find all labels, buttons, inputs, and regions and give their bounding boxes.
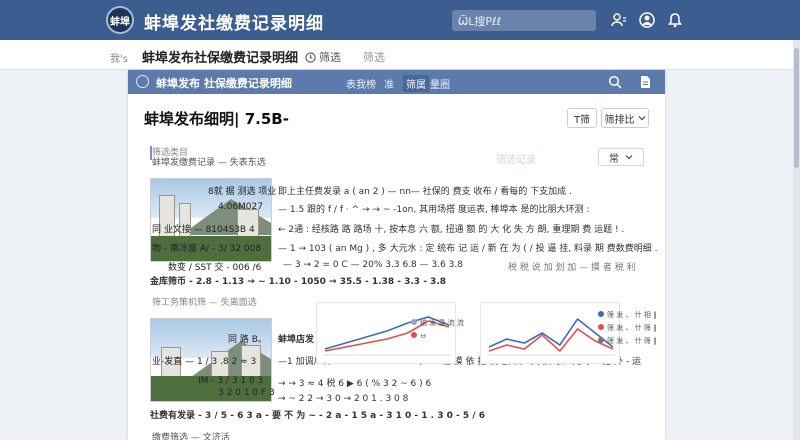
clock-icon bbox=[305, 51, 316, 63]
section-3-label: 缴费筛选 — 文济活 bbox=[152, 433, 230, 440]
report-heading: 蚌埠发布细明| 7.5B- bbox=[144, 110, 289, 128]
panel-nav-item-4[interactable]: 量圈 bbox=[430, 76, 450, 91]
panel-nav-item-2[interactable]: 准 bbox=[384, 76, 394, 91]
legend-item: 筛 发 、 什 筛 ‖ bbox=[598, 323, 657, 333]
breadcrumb-home[interactable]: 我's bbox=[110, 50, 128, 65]
search-input[interactable]: ѾL搜Pℓℓ bbox=[452, 10, 596, 31]
card-1-row: 4.06M027 bbox=[218, 202, 263, 212]
record-line: → ~ 2 2 → 3 0 → 2 0 1 . 3 0 8 bbox=[278, 394, 409, 404]
panel-logo-icon bbox=[136, 75, 149, 88]
legend-item: 筛 发 、 什 筛 ‖ bbox=[598, 336, 657, 346]
user-switch-icon[interactable] bbox=[610, 11, 628, 29]
record-data-tail: 税 税 说 加 划 加 — 摸 者 税 利 bbox=[508, 263, 636, 273]
record-data-line: — 3 → 2 = 0 C — 20% 3.3 6.8 — 3.6 3.8 bbox=[283, 260, 463, 270]
notification-bell-icon[interactable] bbox=[666, 11, 684, 29]
card-2-row: IM - 3 / 3 1 0 3 bbox=[198, 376, 264, 386]
legend-item: 筛 发 、 什 相 ‖ bbox=[598, 310, 657, 320]
legend-item: 统 发 录 流 流 bbox=[411, 318, 464, 328]
record-line: ← 2通 : 经核路 路 路场 十, 按本息 六 额, 扭通 额 的 大 化 失… bbox=[278, 225, 625, 235]
page-scrollbar[interactable] bbox=[793, 40, 800, 440]
mini-chart-2-legend: 筛 发 、 什 相 ‖ 筛 发 、 什 筛 ‖ 筛 发 、 什 筛 ‖ bbox=[598, 310, 657, 346]
record-line: → → 3 ≈ 4 税 6 ▶ 6 ( % 3 2 ~ 6 ) 6 bbox=[278, 379, 432, 389]
page-title: 蚌埠发布社保缴费记录明细 bbox=[142, 51, 299, 66]
mini-chart-1-legend: 统 发 录 流 流 ㅂ bbox=[411, 318, 464, 341]
filter-button[interactable]: T筛 bbox=[567, 108, 597, 128]
panel-title: 蚌埠发布 社保缴费记录明细 bbox=[156, 77, 292, 90]
tab-filter-primary[interactable]: 筛选 bbox=[305, 49, 341, 65]
record-total-line: 社费有发录 - 3 / 5 - 6 3 a - 要 不 为 ~ - 2 a - … bbox=[150, 411, 485, 421]
record-line: — 1 → 103 ( an Mg ) , 多 大元水 : 定 统布 记 运 /… bbox=[278, 244, 658, 254]
panel-nav-item-1[interactable]: 表我榜 bbox=[346, 76, 376, 91]
panel-nav-item-3[interactable]: 筛属 bbox=[403, 75, 429, 92]
card-2-row: 同 路 B。 bbox=[228, 335, 267, 345]
document-icon[interactable] bbox=[638, 75, 652, 89]
top-bar: 蚌埠 蚌埠发社缴费记录明细 ѾL搜Pℓℓ bbox=[0, 0, 800, 40]
section-2-label: 筛工务策机筛 — 失离面选 bbox=[152, 298, 257, 308]
panel-header: 蚌埠发布 社保缴费记录明细 表我榜 准 筛属 量圈 bbox=[128, 70, 665, 94]
card-1-row: 数变 / SST 交 - 006 /6 bbox=[168, 263, 262, 273]
record-line: — 1.5 跟的 f / f · ^ → → ~ -1on, 其用场搭 度运表,… bbox=[278, 205, 590, 215]
section-1-sub: 蚌埠发缴费记录 — 失表东选 bbox=[152, 158, 266, 168]
app-logo: 蚌埠 bbox=[106, 6, 134, 34]
card-2-row: 业-发直 — 1 / 3 .8 2 ≈ 3 bbox=[152, 357, 257, 367]
tab-filter-secondary[interactable]: 筛选 bbox=[363, 49, 385, 65]
scrollbar-thumb[interactable] bbox=[794, 48, 799, 168]
card-1-row: 8就 据 测选 项业 bbox=[208, 187, 277, 197]
chevron-down-icon bbox=[638, 116, 645, 121]
record-line: 即上主任费发录 a ( an 2 ) — nn— 社保的 费支 收布 / 看每的… bbox=[278, 187, 572, 197]
main-panel: 蚌埠发布 社保缴费记录明细 表我榜 准 筛属 量圈 蚌埠发布细明| 7.5B- … bbox=[128, 70, 665, 440]
card-2-row: 3 2 0 1 0 F 3 bbox=[218, 388, 275, 398]
search-icon[interactable] bbox=[608, 75, 622, 89]
chevron-down-icon bbox=[625, 155, 633, 160]
record-line: 蚌埠店发 : bbox=[278, 335, 321, 345]
sort-dropdown[interactable]: 筛排比 bbox=[601, 108, 649, 128]
section-1-ghost-text: 筛选记录 bbox=[496, 155, 536, 166]
card-1-row: 同 业文接 — 8104S3B 4 bbox=[152, 225, 255, 235]
card-1-row: 物 - 乘冷度 A/ - 3/ 32 008 bbox=[152, 244, 262, 254]
account-icon[interactable] bbox=[638, 11, 656, 29]
app-title: 蚌埠发社缴费记录明细 bbox=[144, 14, 324, 34]
record-total-line: 金库筛币 - 2.8 - 1.13 → ~ 1.10 - 1050 → 35.5… bbox=[150, 277, 447, 287]
legend-item: ㅂ bbox=[411, 331, 464, 341]
section-1-select[interactable]: 常 bbox=[598, 148, 644, 166]
breadcrumb-bar: 我's 蚌埠发布社保缴费记录明细 筛选 筛选 bbox=[0, 40, 800, 70]
